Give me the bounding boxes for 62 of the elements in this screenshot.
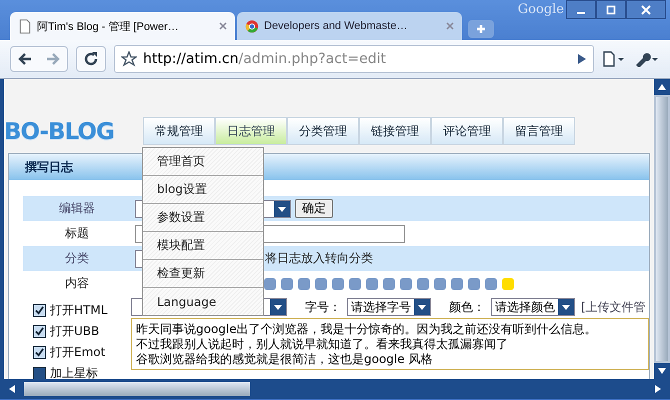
browser-tab[interactable]: Developers and Webmaste… (237, 12, 462, 40)
wrench-icon[interactable] (634, 51, 660, 67)
site-logo: BO-BLOG (4, 119, 115, 145)
maximize-icon (606, 4, 616, 14)
page-icon (18, 18, 32, 34)
reload-icon (83, 51, 99, 67)
field-label: 标题 (64, 225, 90, 242)
checkbox[interactable] (33, 304, 46, 317)
reload-button[interactable] (76, 46, 106, 72)
page-menu-icon[interactable] (602, 51, 626, 67)
url-text: http://atim.cn/admin.php?act=edit (143, 51, 388, 67)
menu-item[interactable]: 检查更新 (143, 260, 263, 288)
tab-title: Developers and Webmaste… (264, 20, 408, 32)
checkbox-label: 打开Emot (50, 344, 106, 361)
minimize-icon (577, 12, 585, 14)
nav-tab[interactable]: 链接管理 (359, 117, 431, 145)
browser-logo-icon (245, 18, 259, 34)
confirm-button[interactable]: 确定 (295, 199, 333, 218)
menu-item[interactable]: blog设置 (143, 176, 263, 204)
nav-tab[interactable]: 日志管理 (215, 117, 287, 145)
nav-tab[interactable]: 分类管理 (287, 117, 359, 145)
field-label: 编辑器 (23, 196, 131, 221)
menu-item[interactable]: 模块配置 (143, 232, 263, 260)
forward-arrow-icon (45, 51, 61, 67)
checkbox[interactable] (33, 346, 46, 359)
color-select[interactable]: 请选择颜色 (491, 298, 575, 316)
field-label: 内容 (64, 275, 90, 292)
browser-tab[interactable]: 阿Tim's Blog - 管理 [Power… (10, 12, 235, 40)
category-hint: 将日志放入转向分类 (265, 250, 373, 267)
close-icon (641, 4, 651, 14)
checkbox-label: 加上星标 (50, 365, 98, 379)
address-bar[interactable]: http://atim.cn/admin.php?act=edit (114, 45, 594, 73)
menu-item[interactable]: Language (143, 288, 263, 315)
plus-icon (476, 24, 486, 34)
tab-title: 阿Tim's Blog - 管理 [Power… (37, 20, 180, 34)
close-icon[interactable] (446, 22, 454, 30)
menu-item[interactable]: 参数设置 (143, 204, 263, 232)
back-arrow-icon (17, 51, 33, 67)
checkbox-label: 打开HTML (50, 302, 108, 319)
maximize-button[interactable] (596, 0, 626, 19)
content-textarea[interactable]: 昨天同事说google出了个浏览器，我是十分惊奇的。因为我之前还没有听到什么信息。 不过我跟别人说起时，别人就说早就知道了。看来我真得太孤漏寡闻了 谷歌浏览器给我的感觉就是很简洁，这也是google 风格 (131, 318, 649, 370)
checkbox[interactable] (33, 367, 46, 379)
size-label: 字号： (305, 298, 341, 316)
checkbox-label: 打开UBB (50, 323, 100, 340)
new-tab-button[interactable] (468, 20, 494, 38)
play-icon[interactable] (577, 53, 587, 65)
horizontal-scrollbar[interactable] (0, 379, 670, 399)
close-icon[interactable] (219, 22, 227, 30)
close-button[interactable] (626, 0, 666, 19)
nav-tab[interactable]: 留言管理 (503, 117, 575, 145)
upload-link[interactable]: [上传文件管 (581, 298, 646, 316)
nav-tab[interactable]: 评论管理 (431, 117, 503, 145)
color-label: 颜色： (449, 298, 485, 316)
star-icon[interactable] (121, 51, 137, 67)
vertical-scrollbar[interactable] (654, 79, 670, 379)
nav-tab[interactable]: 常规管理 (143, 117, 215, 145)
checkbox[interactable] (33, 325, 46, 338)
size-select[interactable]: 请选择字号 (347, 298, 431, 316)
menu-item[interactable]: 管理首页 (143, 148, 263, 176)
brand-label: Google (518, 2, 564, 17)
field-label: 分类 (23, 246, 131, 271)
minimize-button[interactable] (566, 0, 596, 19)
